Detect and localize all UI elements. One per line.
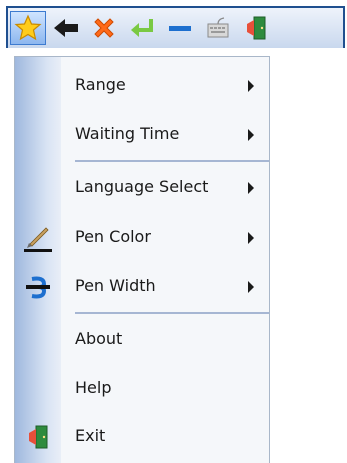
menu-item-pen-color[interactable]: Pen Color (15, 216, 269, 260)
star-icon (14, 14, 42, 41)
minimize-button[interactable] (162, 11, 198, 45)
context-menu: Range Waiting Time Language Select Pen C… (14, 56, 270, 463)
menu-item-label: Range (75, 75, 126, 94)
exit-door-icon (21, 419, 55, 455)
menu-item-help[interactable]: Help (15, 367, 269, 411)
submenu-arrow-icon (248, 80, 254, 92)
star-button[interactable] (10, 11, 46, 45)
menu-item-label: Exit (75, 426, 106, 445)
menu-separator (75, 312, 269, 314)
exit-door-icon (247, 16, 266, 40)
menu-item-waiting-time[interactable]: Waiting Time (15, 113, 269, 157)
menu-item-label: Pen Width (75, 276, 156, 295)
menu-item-language-select[interactable]: Language Select (15, 166, 269, 210)
toolbar (6, 6, 345, 48)
keyboard-icon (207, 17, 229, 38)
menu-item-label: Language Select (75, 177, 209, 196)
exit-button[interactable] (238, 11, 274, 45)
submenu-arrow-icon (248, 281, 254, 293)
menu-item-label: Help (75, 378, 112, 397)
back-arrow-icon (54, 19, 78, 37)
close-x-icon (94, 18, 114, 38)
menu-item-exit[interactable]: Exit (15, 415, 269, 459)
submenu-arrow-icon (248, 129, 254, 141)
menu-separator (75, 160, 269, 162)
keyboard-button[interactable] (200, 11, 236, 45)
menu-item-about[interactable]: About (15, 318, 269, 362)
menu-item-pen-width[interactable]: Pen Width (15, 265, 269, 309)
enter-return-icon (131, 19, 153, 37)
menu-item-label: About (75, 329, 123, 348)
pen-width-icon (21, 269, 55, 305)
minimize-dash-icon (169, 26, 191, 31)
menu-item-label: Waiting Time (75, 124, 180, 143)
enter-button[interactable] (124, 11, 160, 45)
menu-item-label: Pen Color (75, 227, 151, 246)
submenu-arrow-icon (248, 232, 254, 244)
pen-color-icon (21, 220, 55, 256)
submenu-arrow-icon (248, 182, 254, 194)
close-button[interactable] (86, 11, 122, 45)
menu-item-range[interactable]: Range (15, 64, 269, 108)
back-button[interactable] (48, 11, 84, 45)
